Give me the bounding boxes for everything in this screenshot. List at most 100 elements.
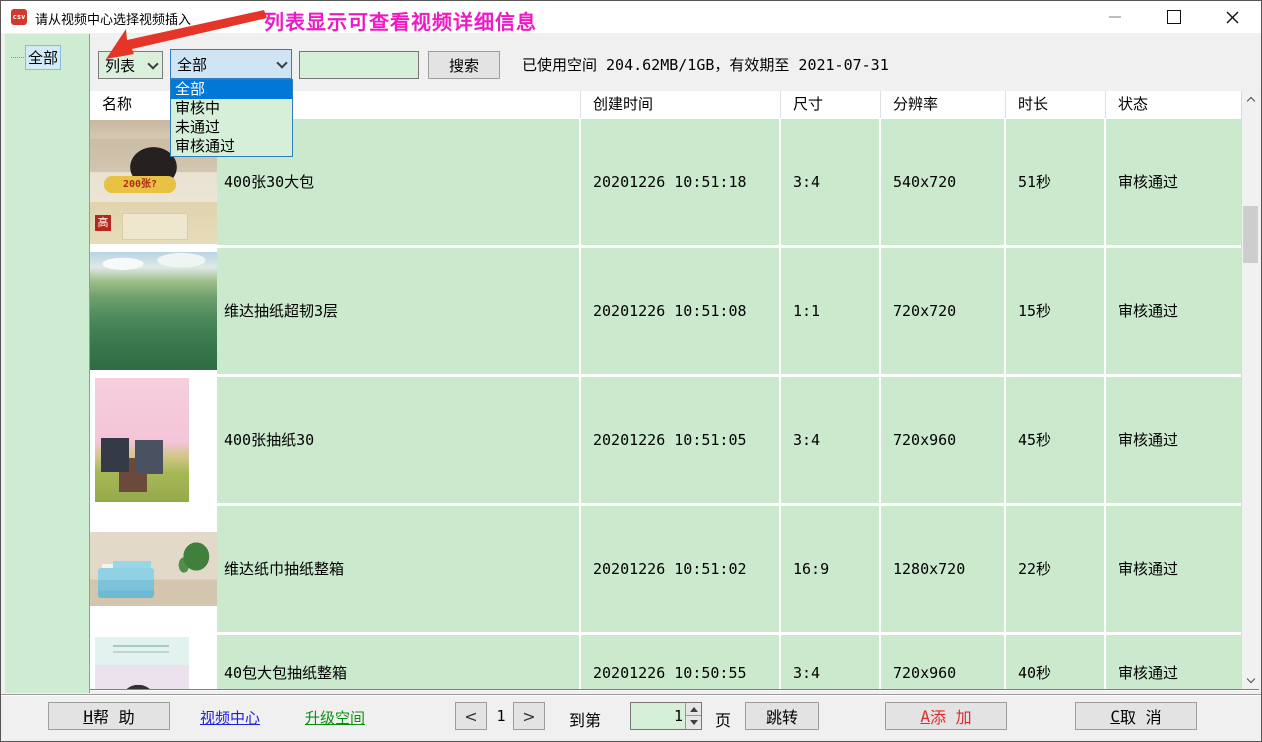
cell-created: 20201226 10:51:02 bbox=[581, 506, 779, 632]
chevron-up-icon bbox=[1246, 97, 1254, 105]
sidebar-item-label: 全部 bbox=[25, 45, 61, 70]
minimize-button[interactable] bbox=[1092, 1, 1137, 33]
cell-resolution: 720x960 bbox=[881, 635, 1004, 689]
search-button[interactable]: 搜索 bbox=[428, 51, 500, 79]
close-icon bbox=[1226, 11, 1239, 24]
storage-info: 已使用空间 204.62MB/1GB，有效期至 2021-07-31 bbox=[522, 54, 889, 75]
table-row[interactable]: 400张抽纸3020201226 10:51:053:4720x96045秒审核… bbox=[90, 377, 1241, 503]
spin-down-button[interactable] bbox=[685, 716, 701, 729]
status-filter-value: 全部 bbox=[171, 54, 273, 75]
thumbnail-cell bbox=[90, 635, 217, 689]
column-header-2[interactable]: 尺寸 bbox=[781, 91, 881, 118]
column-header-5[interactable]: 状态 bbox=[1106, 91, 1241, 118]
prev-page-button[interactable]: < bbox=[455, 702, 487, 730]
main-panel: 列表 全部 全部审核中未通过审核通过 搜索 已使用空间 204.62MB/1GB… bbox=[89, 34, 1260, 693]
cell-created: 20201226 10:51:08 bbox=[581, 248, 779, 374]
spin-up-button[interactable] bbox=[685, 703, 701, 716]
tree-connector-icon bbox=[11, 57, 24, 58]
cell-duration: 15秒 bbox=[1006, 248, 1104, 374]
cancel-button[interactable]: C取 消 bbox=[1075, 702, 1197, 730]
cell-created: 20201226 10:51:05 bbox=[581, 377, 779, 503]
column-header-4[interactable]: 时长 bbox=[1006, 91, 1106, 118]
cell-name: 维达抽纸超韧3层 bbox=[217, 248, 579, 374]
upgrade-space-link[interactable]: 升级空间 bbox=[305, 707, 365, 728]
video-thumbnail bbox=[90, 532, 217, 606]
cell-size: 3:4 bbox=[781, 635, 879, 689]
table-row[interactable]: 维达纸巾抽纸整箱20201226 10:51:0216:91280x72022秒… bbox=[90, 506, 1241, 632]
help-button[interactable]: H帮 助 bbox=[48, 702, 170, 730]
filter-option[interactable]: 未通过 bbox=[171, 118, 292, 137]
cell-resolution: 720x720 bbox=[881, 248, 1004, 374]
cell-duration: 45秒 bbox=[1006, 377, 1104, 503]
button-label: 添 加 bbox=[930, 704, 972, 728]
goto-label: 到第 bbox=[569, 707, 601, 731]
accel-text: C bbox=[1110, 707, 1120, 726]
thumbnail-cell bbox=[90, 377, 217, 503]
video-center-link[interactable]: 视频中心 bbox=[200, 707, 260, 728]
cell-name: 40包大包抽纸整箱 bbox=[217, 635, 579, 689]
video-table: 名称创建时间尺寸分辨率时长状态 200张?高400张30大包20201226 1… bbox=[90, 91, 1259, 690]
accel-text: H bbox=[83, 707, 93, 726]
toolbar: 列表 全部 全部审核中未通过审核通过 搜索 已使用空间 204.62MB/1GB… bbox=[90, 34, 1260, 91]
filter-option[interactable]: 审核中 bbox=[171, 99, 292, 118]
current-page: 1 bbox=[494, 707, 508, 725]
scroll-up-button[interactable] bbox=[1242, 91, 1259, 108]
vertical-scrollbar[interactable] bbox=[1241, 91, 1259, 689]
view-mode-value: 列表 bbox=[99, 55, 144, 76]
cell-status: 审核通过 bbox=[1106, 119, 1241, 245]
thumbnail-cell bbox=[90, 506, 217, 632]
cell-size: 16:9 bbox=[781, 506, 879, 632]
dialog-window: csv 请从视频中心选择视频插入 列表显示可查看视频详细信息 全部 列表 bbox=[0, 0, 1262, 742]
cell-duration: 22秒 bbox=[1006, 506, 1104, 632]
filter-option[interactable]: 全部 bbox=[171, 80, 292, 99]
filter-option[interactable]: 审核通过 bbox=[171, 137, 292, 156]
search-input[interactable] bbox=[299, 51, 419, 79]
video-thumbnail bbox=[90, 252, 217, 370]
footer-bar: H帮 助 视频中心 升级空间 < 1 > 到第 页 跳转 A添 加 C取 消 bbox=[1, 694, 1261, 741]
cell-duration: 51秒 bbox=[1006, 119, 1104, 245]
column-header-3[interactable]: 分辨率 bbox=[881, 91, 1006, 118]
chevron-down-icon bbox=[1246, 675, 1254, 683]
video-thumbnail bbox=[95, 637, 189, 689]
cell-resolution: 540x720 bbox=[881, 119, 1004, 245]
filter-dropdown-list: 全部审核中未通过审核通过 bbox=[170, 79, 293, 157]
scrollbar-thumb[interactable] bbox=[1243, 206, 1258, 263]
cell-name: 400张抽纸30 bbox=[217, 377, 579, 503]
accel-text: A bbox=[920, 707, 930, 726]
cell-status: 审核通过 bbox=[1106, 377, 1241, 503]
table-row[interactable]: 维达抽纸超韧3层20201226 10:51:081:1720x72015秒审核… bbox=[90, 248, 1241, 374]
cell-resolution: 1280x720 bbox=[881, 506, 1004, 632]
column-header-0[interactable]: 名称 bbox=[90, 91, 581, 118]
maximize-button[interactable] bbox=[1151, 1, 1196, 33]
title-bar: csv 请从视频中心选择视频插入 列表显示可查看视频详细信息 bbox=[1, 1, 1261, 33]
category-sidebar: 全部 bbox=[5, 34, 89, 693]
cell-size: 3:4 bbox=[781, 119, 879, 245]
scroll-down-button[interactable] bbox=[1242, 672, 1259, 689]
next-page-button[interactable]: > bbox=[513, 702, 545, 730]
cell-duration: 40秒 bbox=[1006, 635, 1104, 689]
annotation-text: 列表显示可查看视频详细信息 bbox=[264, 6, 537, 35]
page-number-input[interactable] bbox=[631, 703, 683, 729]
thumbnail-badge: 200张? bbox=[104, 176, 176, 193]
window-title: 请从视频中心选择视频插入 bbox=[35, 9, 191, 28]
cell-status: 审核通过 bbox=[1106, 506, 1241, 632]
sidebar-item-all[interactable]: 全部 bbox=[11, 45, 61, 70]
cell-name: 维达纸巾抽纸整箱 bbox=[217, 506, 579, 632]
view-mode-dropdown[interactable]: 列表 bbox=[98, 51, 163, 79]
button-label: 取 消 bbox=[1120, 704, 1162, 728]
table-body: 200张?高400张30大包20201226 10:51:183:4540x72… bbox=[90, 118, 1241, 689]
close-button[interactable] bbox=[1210, 1, 1255, 33]
thumbnail-cell bbox=[90, 248, 217, 374]
minimize-icon bbox=[1109, 16, 1121, 18]
cell-created: 20201226 10:50:55 bbox=[581, 635, 779, 689]
status-filter-dropdown[interactable]: 全部 bbox=[170, 49, 292, 79]
cell-status: 审核通过 bbox=[1106, 635, 1241, 689]
column-header-1[interactable]: 创建时间 bbox=[581, 91, 781, 118]
table-row[interactable]: 40包大包抽纸整箱20201226 10:50:553:4720x96040秒审… bbox=[90, 635, 1241, 689]
jump-button[interactable]: 跳转 bbox=[745, 702, 819, 730]
app-icon: csv bbox=[11, 9, 27, 25]
cell-created: 20201226 10:51:18 bbox=[581, 119, 779, 245]
add-button[interactable]: A添 加 bbox=[885, 702, 1007, 730]
cell-size: 3:4 bbox=[781, 377, 879, 503]
maximize-icon bbox=[1167, 10, 1181, 24]
